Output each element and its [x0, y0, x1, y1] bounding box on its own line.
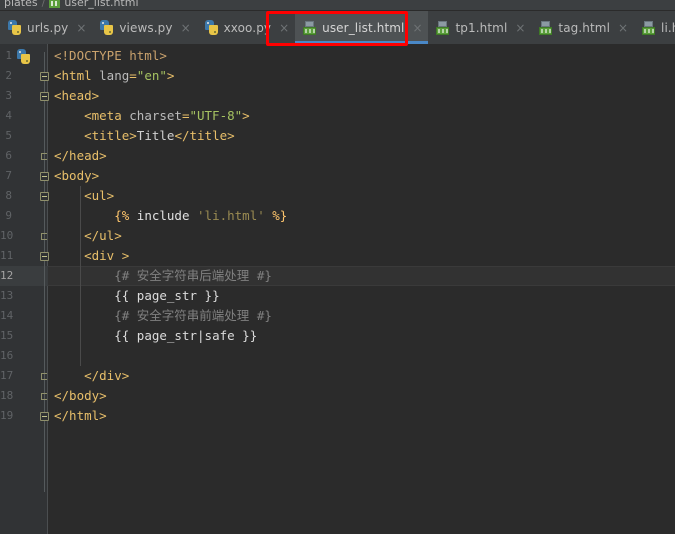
breadcrumb: plates / user_list.html [0, 0, 675, 11]
code-line[interactable]: <html lang="en"> [54, 66, 174, 86]
editor-gutter[interactable]: 1 2 3 4 5 6 7 8 9 10 11 12 13 14 15 16 17 18 19 [0, 44, 49, 534]
editor-tab-bar: urls.py × views.py × xxoo.py × user_list.html ×… [0, 11, 675, 44]
editor-tab-xxoo-py[interactable]: xxoo.py × [197, 11, 296, 44]
python-file-icon [7, 20, 22, 35]
code-line[interactable]: <ul> [54, 186, 114, 206]
code-line[interactable]: </head> [54, 146, 107, 166]
editor-tab-li-html[interactable]: li.html× [634, 11, 675, 44]
editor-tab-label: tp1.html [455, 20, 508, 35]
html-file-icon [641, 20, 656, 35]
code-line[interactable]: {{ page_str|safe }} [54, 326, 257, 346]
code-line[interactable]: <div > [54, 246, 129, 266]
code-content[interactable]: <!DOCTYPE html> <html lang="en"> <head> <m… [48, 44, 675, 534]
line-number: 12 [0, 269, 14, 282]
editor-tab-label: xxoo.py [223, 20, 272, 35]
line-number: 15 [0, 329, 14, 342]
code-line[interactable]: <title>Title</title> [54, 126, 235, 146]
code-line[interactable]: </html> [54, 406, 107, 426]
line-number: 5 [5, 129, 12, 142]
close-icon[interactable]: × [279, 22, 289, 34]
line-number: 14 [0, 309, 14, 322]
ide-window: plates / user_list.html urls.py × views.py… [0, 0, 675, 534]
line-number: 4 [5, 109, 12, 122]
editor-tab-tp1-html[interactable]: tp1.html × [428, 11, 531, 44]
breadcrumb-separator: / [41, 0, 46, 9]
python-file-icon [204, 20, 219, 35]
editor-tab-label: urls.py [27, 20, 69, 35]
editor-tab-user-list-html[interactable]: user_list.html × [295, 11, 429, 44]
code-line[interactable]: {% include 'li.html' %} [54, 206, 287, 226]
close-icon[interactable]: × [76, 22, 86, 34]
line-number: 9 [5, 209, 12, 222]
code-line[interactable]: {{ page_str }} [54, 286, 219, 306]
html-file-icon [302, 20, 317, 35]
editor-tab-urls-py[interactable]: urls.py × [0, 11, 92, 44]
code-line[interactable]: <head> [54, 86, 99, 106]
html-file-icon [49, 0, 61, 8]
editor-tab-label: li.html [661, 20, 675, 35]
breadcrumb-file[interactable]: user_list.html [64, 0, 138, 10]
editor-tab-label: views.py [119, 20, 173, 35]
editor-tab-views-py[interactable]: views.py × [92, 11, 196, 44]
code-editor[interactable]: 1 2 3 4 5 6 7 8 9 10 11 12 13 14 15 16 17 18 19 <!DOCTYPE … [0, 44, 675, 534]
code-line[interactable]: {# 安全字符串后端处理 #} [54, 266, 272, 286]
close-icon[interactable]: × [412, 22, 422, 34]
python-file-icon [99, 20, 114, 35]
editor-tab-label: tag.html [558, 20, 611, 35]
close-icon[interactable]: × [181, 22, 191, 34]
code-line[interactable]: </ul> [54, 226, 122, 246]
code-line[interactable]: </body> [54, 386, 107, 406]
python-file-icon [16, 49, 30, 64]
editor-tab-label: user_list.html [322, 20, 405, 35]
editor-tab-tag-html[interactable]: tag.html × [531, 11, 634, 44]
line-number: 16 [0, 349, 14, 362]
code-line[interactable]: </div> [54, 366, 129, 386]
html-file-icon [538, 20, 553, 35]
close-icon[interactable]: × [515, 22, 525, 34]
close-icon[interactable]: × [618, 22, 628, 34]
code-line[interactable]: <body> [54, 166, 99, 186]
code-line[interactable]: <!DOCTYPE html> [54, 46, 167, 66]
line-number: 13 [0, 289, 14, 302]
code-line[interactable]: <meta charset="UTF-8"> [54, 106, 250, 126]
breadcrumb-path-segment[interactable]: plates [4, 0, 38, 10]
html-file-icon [435, 20, 450, 35]
code-line[interactable]: {# 安全字符串前端处理 #} [54, 306, 272, 326]
